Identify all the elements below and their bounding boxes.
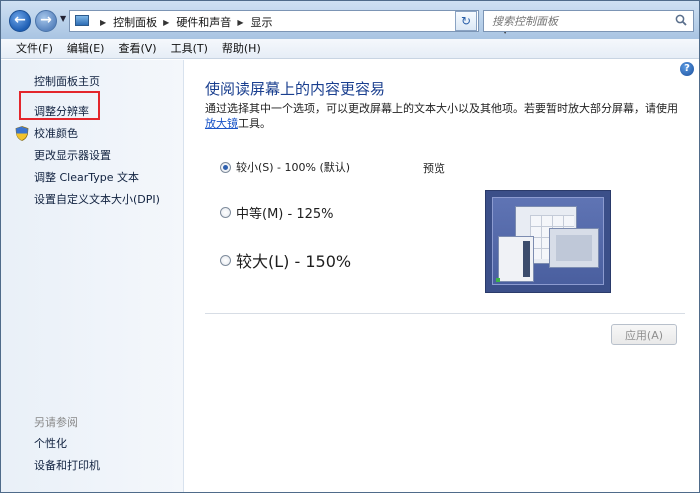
description: 通过选择其中一个选项，可以更改屏幕上的文本大小以及其他项。若要暂时放大部分屏幕，… [205,101,683,131]
magnifier-link[interactable]: 放大镜 [205,117,238,130]
back-button[interactable]: ← [9,10,31,32]
sidebar-item-change-display-settings[interactable]: 更改显示器设置 [34,147,111,163]
radio-medium[interactable] [220,207,231,218]
see-also-title: 另请参阅 [34,416,78,429]
control-panel-icon [75,15,89,26]
size-option-smaller[interactable]: 较小(S) - 100% (默认) [220,159,350,175]
breadcrumb: ▶ 控制面板 ▶ 硬件和声音 ▶ 显示 [94,14,272,30]
shield-icon [15,126,29,141]
option-label: 较小(S) - 100% (默认) [236,161,351,174]
preview-screen [492,197,604,285]
radio-larger[interactable] [220,254,231,266]
address-bar[interactable]: ▶ 控制面板 ▶ 硬件和声音 ▶ 显示 ▼ [69,10,508,35]
window: ← → ▼ ▶ 控制面板 ▶ 硬件和声音 ▶ 显示 ▼ ↻ 文件(F) 编 [0,0,700,493]
sidebar-item-adjust-resolution[interactable]: 调整分辨率 [34,103,89,119]
recent-pages-dropdown-icon[interactable]: ▼ [60,14,66,23]
apply-button[interactable]: 应用(A) [611,324,677,345]
preview-label: 预览 [423,162,445,175]
radio-smaller[interactable] [220,161,231,173]
breadcrumb-item[interactable]: 控制面板 [113,14,157,30]
description-text: 通过选择其中一个选项，可以更改屏幕上的文本大小以及其他项。若要暂时放大部分屏幕，… [205,102,678,115]
divider [205,313,685,314]
sidebar-item-calibrate-color[interactable]: 校准颜色 [34,125,78,141]
search-icon[interactable] [675,14,687,26]
refresh-button[interactable]: ↻ [455,11,477,31]
see-also-personalization[interactable]: 个性化 [34,435,67,451]
search-box[interactable] [483,10,694,32]
breadcrumb-item[interactable]: 显示 [250,14,272,30]
sidebar-item-cleartype[interactable]: 调整 ClearType 文本 [34,169,139,185]
preview-window-right [549,228,599,268]
see-also-devices-printers[interactable]: 设备和打印机 [34,457,100,473]
search-input[interactable] [484,11,664,31]
menu-file[interactable]: 文件(F) [9,39,60,58]
menu-tools[interactable]: 工具(T) [164,39,215,58]
option-label: 中等(M) - 125% [236,207,334,222]
chevron-right-icon[interactable]: ▶ [237,18,243,27]
chevron-right-icon[interactable]: ▶ [163,18,169,27]
navigation-bar: ← → ▼ ▶ 控制面板 ▶ 硬件和声音 ▶ 显示 ▼ ↻ [1,1,699,39]
size-option-medium[interactable]: 中等(M) - 125% [220,203,333,222]
menu-bar: 文件(F) 编辑(E) 查看(V) 工具(T) 帮助(H) [1,39,699,59]
breadcrumb-item[interactable]: 硬件和声音 [176,14,231,30]
sidebar-item-custom-dpi[interactable]: 设置自定义文本大小(DPI) [34,191,160,207]
menu-edit[interactable]: 编辑(E) [60,39,112,58]
preview-window-small [498,236,534,282]
start-button-icon [496,278,500,282]
preview-image [485,190,611,293]
main-content: ? 使阅读屏幕上的内容更容易 通过选择其中一个选项，可以更改屏幕上的文本大小以及… [185,60,699,492]
menu-view[interactable]: 查看(V) [111,39,163,58]
page-title: 使阅读屏幕上的内容更容易 [205,80,386,98]
chevron-right-icon[interactable]: ▶ [100,18,106,27]
menu-help[interactable]: 帮助(H) [215,39,268,58]
description-text-end: 工具。 [238,117,271,130]
sidebar-item-control-panel-home[interactable]: 控制面板主页 [34,73,100,89]
forward-button[interactable]: → [35,10,57,32]
option-label: 较大(L) - 150% [236,252,352,271]
sidebar: 控制面板主页 调整分辨率 校准颜色 更改显示器设置 调整 ClearType 文… [1,60,184,492]
size-option-larger[interactable]: 较大(L) - 150% [220,248,351,272]
help-icon[interactable]: ? [680,62,694,76]
